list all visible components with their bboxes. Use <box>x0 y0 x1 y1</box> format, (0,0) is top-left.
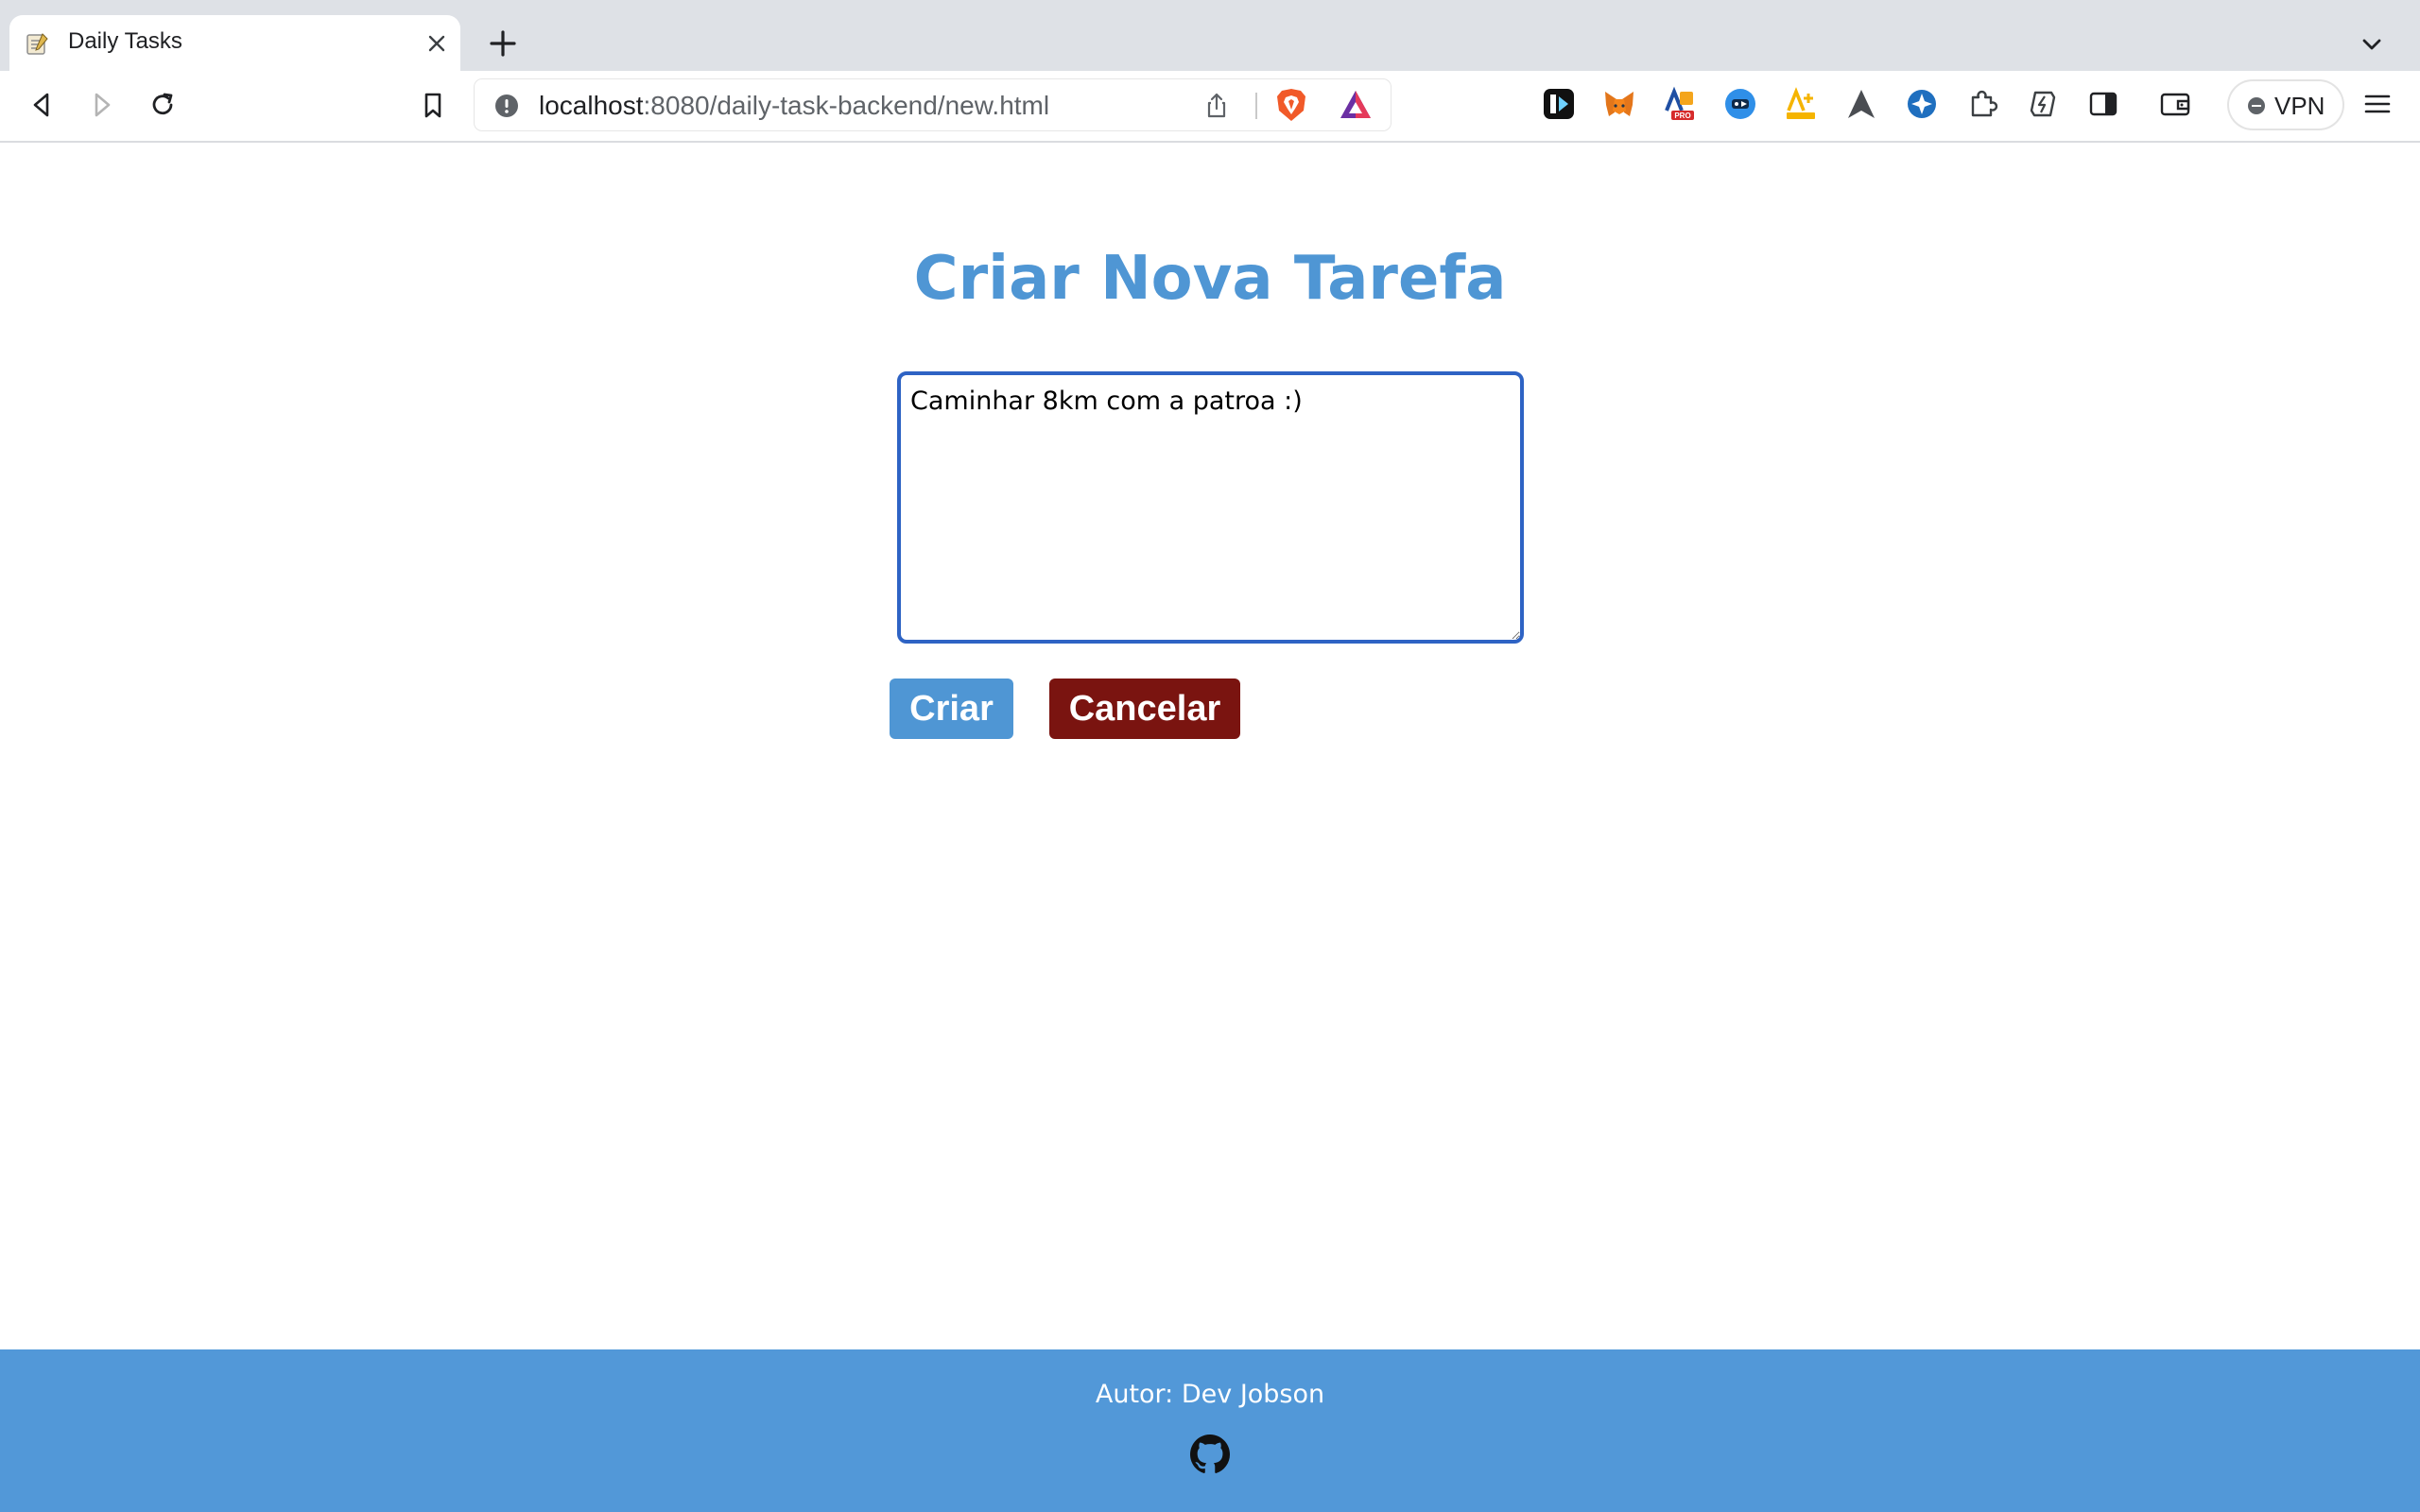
cancel-button[interactable]: Cancelar <box>1049 679 1240 739</box>
blue-circle-extension-icon[interactable] <box>1722 86 1758 122</box>
github-icon[interactable] <box>1190 1435 1230 1474</box>
brave-shields-icon[interactable] <box>1274 87 1308 123</box>
wallet-icon[interactable] <box>2157 86 2193 122</box>
footer-author: Autor: Dev Jobson <box>1095 1380 1325 1409</box>
hamburger-menu-icon[interactable] <box>2360 86 2395 122</box>
brave-rewards-icon[interactable] <box>1339 89 1373 121</box>
blue-compass-extension-icon[interactable] <box>1904 86 1940 122</box>
forward-arrow-icon[interactable] <box>85 88 119 122</box>
page-footer: Autor: Dev Jobson <box>0 1349 2420 1512</box>
vpn-status-icon <box>2248 97 2265 114</box>
task-description-textarea[interactable] <box>897 371 1524 644</box>
browser-tab[interactable]: Daily Tasks <box>9 15 460 71</box>
create-button[interactable]: Criar <box>890 679 1013 739</box>
notepad-icon <box>26 33 48 55</box>
leo-ai-icon[interactable] <box>2025 86 2061 122</box>
reload-icon[interactable] <box>146 88 180 122</box>
address-bar-divider <box>1255 93 1257 119</box>
url-host: localhost <box>539 91 644 120</box>
browser-toolbar: localhost:8080/daily-task-backend/new.ht… <box>0 71 2420 143</box>
vpn-button[interactable]: VPN <box>2229 81 2342 129</box>
svg-text:PRO: PRO <box>1674 112 1690 120</box>
address-bar[interactable]: localhost:8080/daily-task-backend/new.ht… <box>475 79 1391 130</box>
bookmark-icon[interactable] <box>416 88 450 122</box>
puzzle-piece-icon[interactable] <box>1964 86 2000 122</box>
share-icon[interactable] <box>1202 91 1231 119</box>
url-path: :8080/daily-task-backend/new.html <box>643 91 1050 120</box>
site-info-icon[interactable] <box>493 93 520 119</box>
scout-extension-icon[interactable] <box>1783 86 1819 122</box>
vpn-label: VPN <box>2274 92 2325 120</box>
close-icon[interactable] <box>425 32 448 55</box>
page-title: Criar Nova Tarefa <box>913 244 1507 314</box>
metamask-fox-icon[interactable] <box>1601 86 1637 122</box>
tab-title: Daily Tasks <box>68 28 182 54</box>
new-tab-plus-icon[interactable] <box>487 27 519 60</box>
back-arrow-icon[interactable] <box>25 88 59 122</box>
pro-badge-extension-icon[interactable]: PRO <box>1662 86 1698 122</box>
chevron-down-icon[interactable] <box>2358 30 2386 59</box>
sidebar-toggle-icon[interactable] <box>2085 86 2121 122</box>
a-logo-extension-icon[interactable] <box>1843 86 1879 122</box>
extension-dark-icon[interactable] <box>1541 86 1577 122</box>
tab-strip: Daily Tasks <box>0 0 2420 71</box>
url-text[interactable]: localhost:8080/daily-task-backend/new.ht… <box>539 91 1049 121</box>
